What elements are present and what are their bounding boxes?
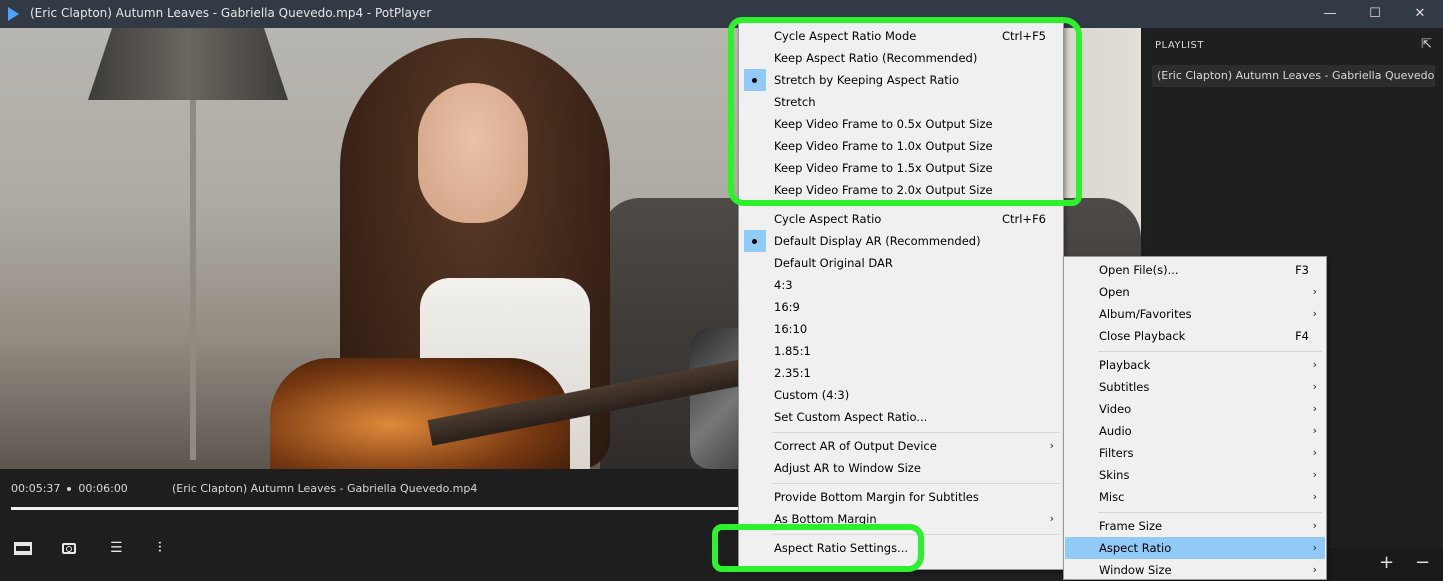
window-title: (Eric Clapton) Autumn Leaves - Gabriella… xyxy=(30,6,432,20)
playlist-item[interactable]: (Eric Clapton) Autumn Leaves - Gabriella… xyxy=(1152,65,1435,87)
add-icon[interactable]: + xyxy=(1379,552,1394,573)
menu-separator xyxy=(773,205,1059,206)
current-time: 00:05:37 xyxy=(11,482,61,495)
submenu-arrow-icon: › xyxy=(1312,424,1317,437)
menu-item-default-original-dar[interactable]: Default Original DAR xyxy=(740,252,1062,274)
menu-item-open[interactable]: Open › xyxy=(1065,281,1325,303)
menu-item-stretch-keeping-aspect[interactable]: Stretch by Keeping Aspect Ratio xyxy=(740,69,1062,91)
menu-item-video[interactable]: Video › xyxy=(1065,398,1325,420)
video-person-face xyxy=(418,83,528,223)
menu-item-cycle-aspect-ratio-mode[interactable]: Cycle Aspect Ratio Mode Ctrl+F5 xyxy=(740,25,1062,47)
menu-item-misc[interactable]: Misc › xyxy=(1065,486,1325,508)
submenu-arrow-icon: › xyxy=(1312,285,1317,298)
title-bar: (Eric Clapton) Autumn Leaves - Gabriella… xyxy=(0,0,1443,28)
menu-item-bottom-margin-subtitles[interactable]: Provide Bottom Margin for Subtitles xyxy=(740,486,1062,508)
remove-icon[interactable]: − xyxy=(1415,552,1430,573)
minimize-button[interactable]: — xyxy=(1307,0,1353,28)
submenu-arrow-icon: › xyxy=(1312,563,1317,576)
time-separator-dot xyxy=(67,487,72,491)
menu-item-frame-size[interactable]: Frame Size › xyxy=(1065,515,1325,537)
submenu-arrow-icon: › xyxy=(1312,446,1317,459)
potplayer-play-icon xyxy=(8,7,19,21)
menu-item-stretch[interactable]: Stretch xyxy=(740,91,1062,113)
camera-icon[interactable] xyxy=(62,543,76,554)
menu-item-audio[interactable]: Audio › xyxy=(1065,420,1325,442)
menu-separator xyxy=(1098,512,1322,513)
menu-item-close-playback[interactable]: Close Playback F4 xyxy=(1065,325,1325,347)
menu-item-subtitles[interactable]: Subtitles › xyxy=(1065,376,1325,398)
maximize-button[interactable]: ☐ xyxy=(1352,0,1398,28)
video-lamp-pole xyxy=(190,100,196,460)
playing-file-name: (Eric Clapton) Autumn Leaves - Gabriella… xyxy=(172,482,478,495)
selected-bullet-icon xyxy=(752,78,757,83)
playlist-header: PLAYLIST xyxy=(1155,40,1204,51)
menu-item-correct-ar-output[interactable]: Correct AR of Output Device › xyxy=(740,435,1062,457)
menu-item-aspect-ratio-settings[interactable]: Aspect Ratio Settings... xyxy=(740,537,1062,559)
menu-item-keep-frame-15x[interactable]: Keep Video Frame to 1.5x Output Size xyxy=(740,157,1062,179)
submenu-arrow-icon: › xyxy=(1312,541,1317,554)
menu-item-ar-235-1[interactable]: 2.35:1 xyxy=(740,362,1062,384)
main-context-menu: Open File(s)... F3 Open › Album/Favorites ›… xyxy=(1063,256,1327,580)
aspect-ratio-submenu: Cycle Aspect Ratio Mode Ctrl+F5 Keep Aspe… xyxy=(738,22,1064,570)
video-lamp-shade xyxy=(88,28,288,100)
close-button[interactable]: ✕ xyxy=(1397,0,1443,28)
menu-item-ar-16-10[interactable]: 16:10 xyxy=(740,318,1062,340)
menu-item-ar-185-1[interactable]: 1.85:1 xyxy=(740,340,1062,362)
submenu-arrow-icon: › xyxy=(1049,439,1054,452)
menu-item-playback[interactable]: Playback › xyxy=(1065,354,1325,376)
equalizer-icon[interactable]: ⫶ xyxy=(158,540,176,556)
submenu-arrow-icon: › xyxy=(1312,468,1317,481)
menu-separator xyxy=(773,432,1059,433)
submenu-arrow-icon: › xyxy=(1312,519,1317,532)
menu-item-keep-frame-10x[interactable]: Keep Video Frame to 1.0x Output Size xyxy=(740,135,1062,157)
time-display: 00:05:37 00:06:00 xyxy=(11,482,128,495)
total-time: 00:06:00 xyxy=(78,482,128,495)
menu-item-keep-frame-05x[interactable]: Keep Video Frame to 0.5x Output Size xyxy=(740,113,1062,135)
menu-item-as-bottom-margin[interactable]: As Bottom Margin › xyxy=(740,508,1062,530)
playlist-toggle-icon[interactable]: ☰ xyxy=(110,540,128,556)
menu-item-ar-4-3[interactable]: 4:3 xyxy=(740,274,1062,296)
menu-item-aspect-ratio[interactable]: Aspect Ratio › xyxy=(1065,537,1325,559)
selected-bullet-icon xyxy=(752,239,757,244)
menu-item-filters[interactable]: Filters › xyxy=(1065,442,1325,464)
submenu-arrow-icon: › xyxy=(1312,380,1317,393)
menu-item-cycle-aspect-ratio[interactable]: Cycle Aspect Ratio Ctrl+F6 xyxy=(740,208,1062,230)
submenu-arrow-icon: › xyxy=(1049,512,1054,525)
menu-item-keep-frame-20x[interactable]: Keep Video Frame to 2.0x Output Size xyxy=(740,179,1062,201)
menu-item-window-size[interactable]: Window Size › xyxy=(1065,559,1325,581)
menu-separator xyxy=(1098,351,1322,352)
menu-item-adjust-ar-window[interactable]: Adjust AR to Window Size xyxy=(740,457,1062,479)
menu-item-skins[interactable]: Skins › xyxy=(1065,464,1325,486)
menu-item-custom-ar[interactable]: Custom (4:3) xyxy=(740,384,1062,406)
menu-item-ar-16-9[interactable]: 16:9 xyxy=(740,296,1062,318)
menu-item-keep-aspect-ratio[interactable]: Keep Aspect Ratio (Recommended) xyxy=(740,47,1062,69)
menu-separator xyxy=(773,483,1059,484)
submenu-arrow-icon: › xyxy=(1312,307,1317,320)
menu-item-open-files[interactable]: Open File(s)... F3 xyxy=(1065,259,1325,281)
menu-separator xyxy=(773,534,1059,535)
submenu-arrow-icon: › xyxy=(1312,402,1317,415)
expand-icon[interactable]: ⇱ xyxy=(1421,37,1432,52)
menu-item-default-display-ar[interactable]: Default Display AR (Recommended) xyxy=(740,230,1062,252)
submenu-arrow-icon: › xyxy=(1312,490,1317,503)
submenu-arrow-icon: › xyxy=(1312,358,1317,371)
frame-icon[interactable] xyxy=(14,542,32,555)
menu-item-set-custom-ar[interactable]: Set Custom Aspect Ratio... xyxy=(740,406,1062,428)
menu-item-album-favorites[interactable]: Album/Favorites › xyxy=(1065,303,1325,325)
